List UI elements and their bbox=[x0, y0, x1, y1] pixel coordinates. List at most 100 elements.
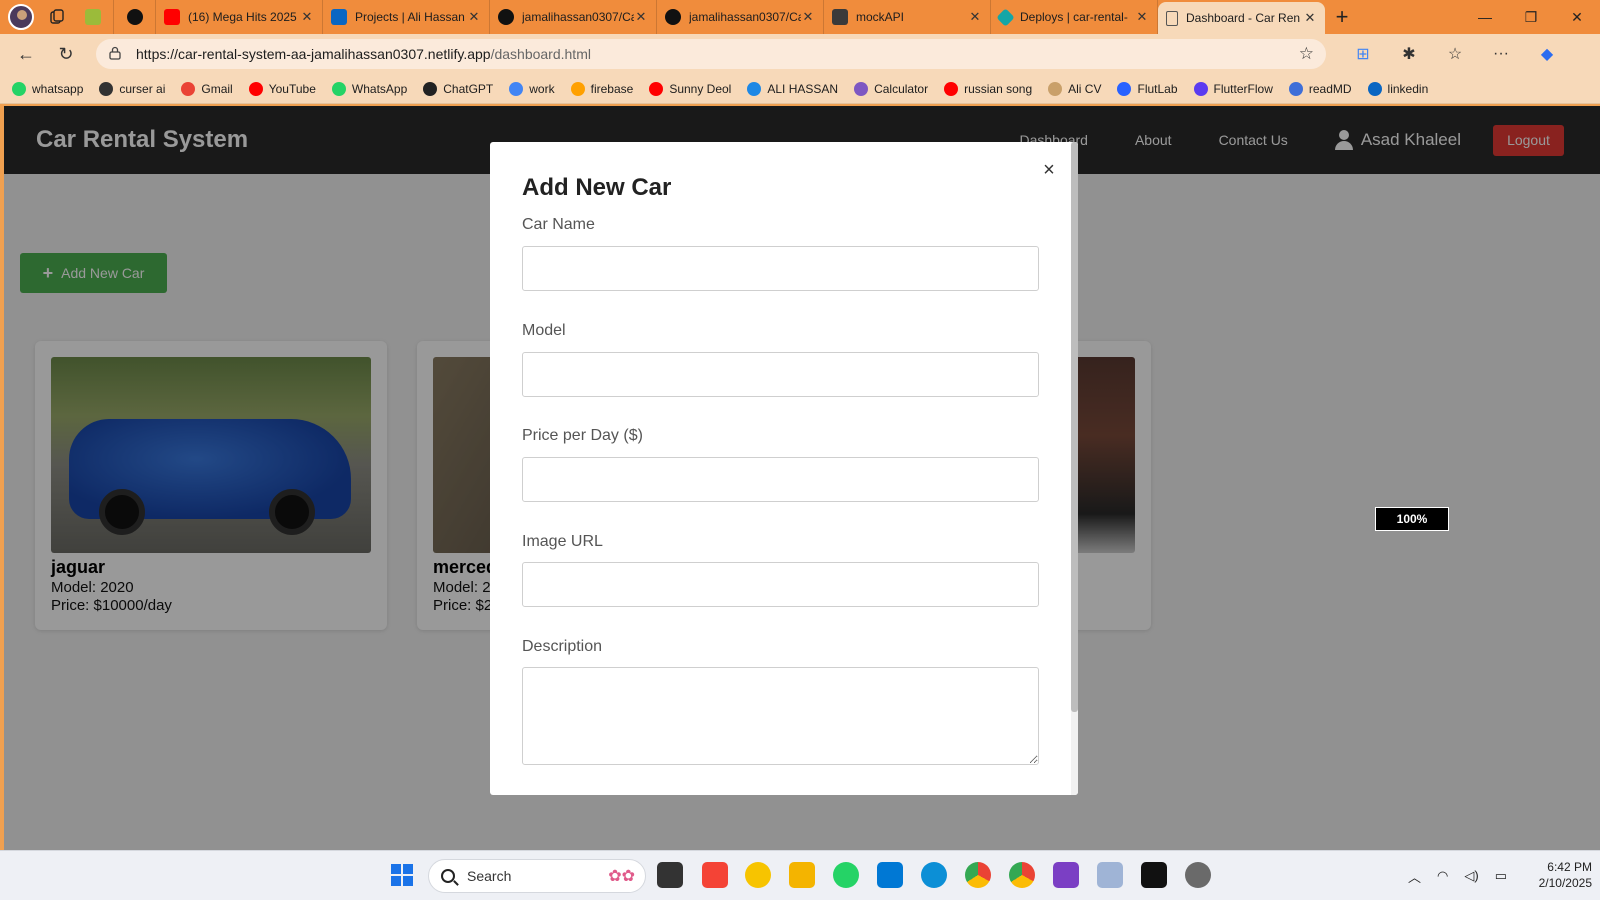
bookmark-item[interactable]: work bbox=[509, 81, 555, 96]
image-url-input[interactable] bbox=[522, 562, 1039, 607]
volume-icon[interactable]: ◁) bbox=[1464, 868, 1478, 884]
tab-github-1[interactable]: jamalihassan0307/Ca ✕ bbox=[490, 0, 657, 34]
bookmark-item[interactable]: FlutterFlow bbox=[1193, 81, 1273, 96]
tab-netlify[interactable]: Deploys | car-rental- ✕ bbox=[991, 0, 1158, 34]
battery-icon[interactable]: ▭ bbox=[1495, 868, 1507, 884]
tab-dashboard[interactable]: Dashboard - Car Ren ✕ bbox=[1158, 2, 1325, 34]
bookmark-item[interactable]: WhatsApp bbox=[331, 81, 407, 96]
vscode-icon[interactable] bbox=[877, 862, 903, 888]
bookmark-icon bbox=[99, 81, 114, 96]
wifi-icon[interactable]: ◠ bbox=[1437, 868, 1448, 884]
bookmark-item[interactable]: curser ai bbox=[99, 81, 165, 96]
bookmark-item[interactable]: russian song bbox=[944, 81, 1032, 96]
performance-monitor-icon[interactable] bbox=[1097, 862, 1123, 888]
bookmark-icon bbox=[12, 81, 26, 96]
close-icon[interactable]: × bbox=[1040, 160, 1058, 180]
url-path: /dashboard.html bbox=[490, 46, 591, 62]
windows-start-icon[interactable] bbox=[391, 864, 413, 886]
translate-icon[interactable]: ⊞ bbox=[1340, 34, 1386, 74]
profile-avatar[interactable] bbox=[8, 4, 34, 30]
more-menu-icon[interactable]: ··· bbox=[1478, 34, 1524, 74]
page-icon bbox=[1166, 10, 1178, 26]
taskbar-clock[interactable]: 6:42 PM 2/10/2025 bbox=[1520, 859, 1592, 891]
bookmark-label: Ali CV bbox=[1068, 81, 1102, 96]
bookmark-label: FlutterFlow bbox=[1213, 81, 1273, 96]
tab-close-icon[interactable]: ✕ bbox=[300, 9, 314, 25]
clock-time: 6:42 PM bbox=[1547, 860, 1592, 874]
url-text[interactable]: https://car-rental-system-aa-jamalihassa… bbox=[136, 46, 1299, 62]
bookmark-icon bbox=[331, 81, 346, 96]
tab-youtube[interactable]: (16) Mega Hits 2025 ✕ bbox=[156, 0, 323, 34]
whatsapp-icon[interactable] bbox=[833, 862, 859, 888]
address-bar[interactable]: https://car-rental-system-aa-jamalihassa… bbox=[96, 39, 1326, 69]
bookmark-item[interactable]: whatsapp bbox=[12, 81, 83, 96]
tab-linkedin[interactable]: Projects | Ali Hassan ✕ bbox=[323, 0, 490, 34]
tab-close-icon[interactable]: ✕ bbox=[968, 9, 982, 25]
edge-icon[interactable] bbox=[921, 862, 947, 888]
reload-icon[interactable]: ↻ bbox=[46, 34, 86, 74]
favorite-star-icon[interactable]: ☆ bbox=[1299, 44, 1314, 64]
description-textarea[interactable] bbox=[522, 667, 1039, 765]
tab-close-icon[interactable]: ✕ bbox=[634, 9, 648, 25]
copilot-icon[interactable]: ◆ bbox=[1524, 34, 1570, 74]
bookmark-item[interactable]: ALI HASSAN bbox=[747, 81, 839, 96]
scrollbar-thumb[interactable] bbox=[1071, 142, 1078, 712]
task-view-icon[interactable] bbox=[657, 862, 683, 888]
bookmark-label: Sunny Deol bbox=[669, 81, 732, 96]
favorites-icon[interactable]: ☆ bbox=[1432, 34, 1478, 74]
clock-date: 2/10/2025 bbox=[1538, 876, 1592, 890]
windows-taskbar: Search ✿✿ ︿ ◠ ◁) ▭ 6:42 PM 2/10/2025 bbox=[0, 850, 1600, 900]
browser-tab-strip: (16) Mega Hits 2025 ✕ Projects | Ali Has… bbox=[0, 0, 1600, 34]
search-icon bbox=[441, 869, 455, 883]
bookmark-item[interactable]: firebase bbox=[570, 81, 633, 96]
cursor-app-icon[interactable] bbox=[1141, 862, 1167, 888]
pinned-tab-2[interactable] bbox=[114, 0, 156, 34]
price-input[interactable] bbox=[522, 457, 1039, 502]
bookmark-item[interactable]: linkedin bbox=[1367, 81, 1428, 96]
chrome-profile-icon[interactable] bbox=[1009, 862, 1035, 888]
tab-title: Dashboard - Car Ren bbox=[1186, 11, 1301, 25]
bookmark-item[interactable]: Calculator bbox=[854, 81, 928, 96]
lock-icon[interactable] bbox=[108, 46, 122, 63]
tab-close-icon[interactable]: ✕ bbox=[1135, 9, 1149, 25]
add-car-modal: Add New Car × Car Name Model Price per D… bbox=[490, 142, 1078, 795]
tab-close-icon[interactable]: ✕ bbox=[1303, 10, 1317, 26]
bookmark-label: ALI HASSAN bbox=[767, 81, 839, 96]
bookmark-item[interactable]: Ali CV bbox=[1048, 81, 1102, 96]
bookmark-item[interactable]: FlutLab bbox=[1117, 81, 1178, 96]
bookmark-item[interactable]: ChatGPT bbox=[423, 81, 493, 96]
new-tab-button[interactable]: + bbox=[1325, 0, 1359, 34]
bookmark-icon bbox=[1288, 81, 1303, 96]
model-input[interactable] bbox=[522, 352, 1039, 397]
file-explorer-icon[interactable] bbox=[789, 862, 815, 888]
back-icon[interactable]: ← bbox=[6, 34, 46, 74]
chrome-icon[interactable] bbox=[965, 862, 991, 888]
minimize-icon[interactable]: — bbox=[1462, 0, 1508, 34]
pinned-tab-1[interactable] bbox=[72, 0, 114, 34]
tab-title: jamalihassan0307/Ca bbox=[522, 10, 634, 24]
taskbar-search[interactable]: Search ✿✿ bbox=[428, 859, 646, 893]
extensions-icon[interactable]: ✱ bbox=[1386, 34, 1432, 74]
app-icon[interactable] bbox=[1185, 862, 1211, 888]
close-window-icon[interactable]: ✕ bbox=[1554, 0, 1600, 34]
restore-icon[interactable]: ❐ bbox=[1508, 0, 1554, 34]
tab-close-icon[interactable]: ✕ bbox=[467, 9, 481, 25]
chevron-up-icon[interactable]: ︿ bbox=[1408, 867, 1421, 886]
messaging-app-icon[interactable] bbox=[745, 862, 771, 888]
tab-github-2[interactable]: jamalihassan0307/Ca ✕ bbox=[657, 0, 824, 34]
bookmark-item[interactable]: Gmail bbox=[181, 81, 233, 96]
anydesk-icon[interactable] bbox=[702, 862, 728, 888]
car-name-input[interactable] bbox=[522, 246, 1039, 291]
tab-mockapi[interactable]: mockAPI ✕ bbox=[824, 0, 991, 34]
modal-title: Add New Car bbox=[522, 174, 672, 201]
bookmark-item[interactable]: Sunny Deol bbox=[649, 81, 732, 96]
modal-scrollbar[interactable] bbox=[1071, 142, 1078, 795]
visual-studio-icon[interactable] bbox=[1053, 862, 1079, 888]
bookmark-item[interactable]: readMD bbox=[1288, 81, 1352, 96]
github-icon bbox=[498, 9, 514, 25]
browser-toolbar: ← ↻ https://car-rental-system-aa-jamalih… bbox=[0, 34, 1600, 74]
tab-title: Deploys | car-rental- bbox=[1020, 10, 1128, 24]
bookmark-item[interactable]: YouTube bbox=[248, 81, 316, 96]
workspaces-icon[interactable] bbox=[42, 0, 72, 34]
tab-close-icon[interactable]: ✕ bbox=[801, 9, 815, 25]
